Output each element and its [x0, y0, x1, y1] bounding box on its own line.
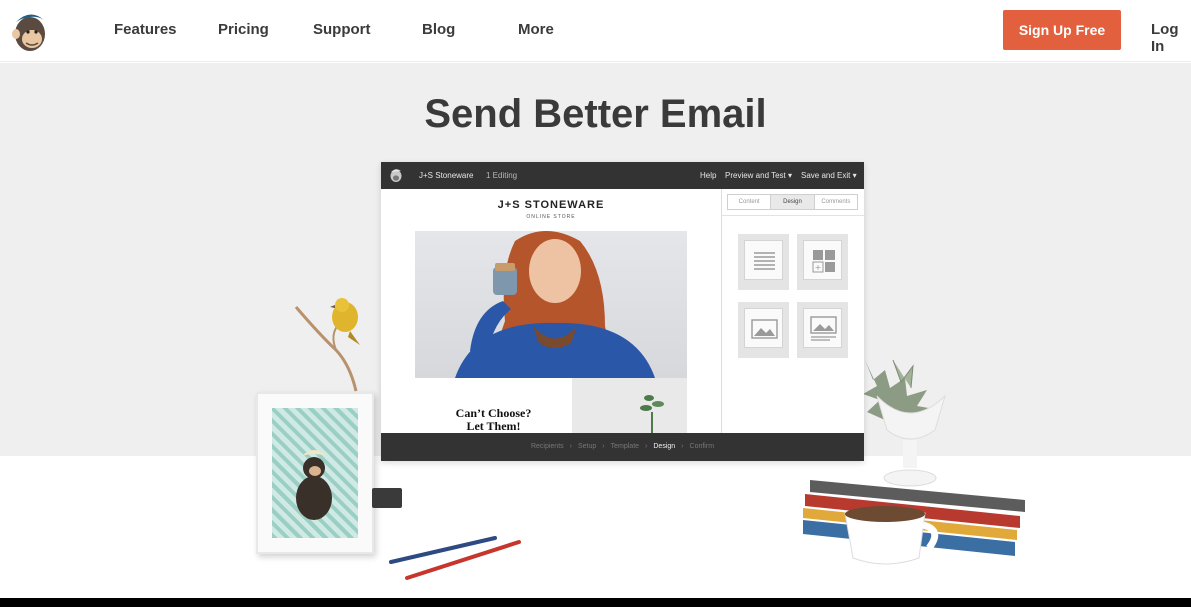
image-icon — [751, 319, 778, 339]
email-headline: Can’t Choose? Let Them! — [415, 407, 572, 433]
tab-design[interactable]: Design — [771, 195, 815, 209]
editor-logo-icon[interactable] — [389, 167, 403, 183]
email-hero-photo[interactable] — [415, 231, 687, 378]
chevron-right-icon: › — [645, 443, 648, 450]
step-design[interactable]: Design — [653, 443, 675, 450]
email-brand-sub: ONLINE STORE — [526, 214, 576, 220]
panel-divider — [722, 215, 865, 216]
monkey-illustration — [296, 450, 332, 520]
hero-title: Send Better Email — [424, 92, 767, 136]
chevron-right-icon: › — [602, 443, 605, 450]
pencils-illustration — [389, 536, 521, 580]
nav-pricing-link[interactable]: Pricing — [218, 21, 269, 38]
nav-blog-link[interactable]: Blog — [422, 21, 455, 38]
text-block[interactable] — [738, 234, 789, 290]
text-lines-icon — [754, 252, 775, 270]
text-block-icon — [744, 240, 783, 280]
editor-step-bar: Recipients › Setup › Template › Design › Confirm — [381, 433, 864, 461]
nav-more-link[interactable]: More — [518, 21, 554, 38]
plant-photo[interactable] — [572, 378, 687, 433]
editor-topbar: J+S Stoneware 1 Editing Help Preview and… — [381, 162, 864, 189]
picture-frame — [256, 392, 374, 554]
editing-status: 1 Editing — [486, 171, 518, 180]
email-preview: J+S STONEWARE ONLINE STORE Can’t Choose?… — [381, 189, 721, 433]
svg-text:+: + — [815, 263, 822, 272]
preview-and-test-menu[interactable]: Preview and Test ▾ — [725, 171, 792, 180]
email-brand: J+S STONEWARE — [497, 199, 605, 211]
email-editor-mockup: J+S Stoneware 1 Editing Help Preview and… — [381, 162, 865, 461]
log-in-link[interactable]: Log In — [1151, 21, 1191, 55]
save-and-exit-menu[interactable]: Save and Exit ▾ — [801, 171, 857, 180]
campaign-name: J+S Stoneware — [419, 171, 474, 180]
image-block[interactable] — [738, 302, 789, 358]
email-headline-line2: Let Them! — [466, 419, 521, 433]
page-bottom-bar — [0, 598, 1191, 607]
top-nav: Features Pricing Support Blog More Sign … — [0, 0, 1191, 62]
step-confirm[interactable]: Confirm — [690, 443, 715, 450]
design-panel: Content Design Comments + — [721, 189, 865, 433]
image-card-block[interactable] — [797, 302, 848, 358]
step-template[interactable]: Template — [611, 443, 639, 450]
social-block[interactable]: + — [797, 234, 848, 290]
nav-support-link[interactable]: Support — [313, 21, 371, 38]
panel-tabs: Content Design Comments — [727, 194, 858, 210]
step-setup[interactable]: Setup — [578, 443, 596, 450]
bird-on-branch-illustration — [294, 298, 360, 392]
nav-features-link[interactable]: Features — [114, 21, 177, 38]
frame-stand — [372, 488, 402, 508]
tab-content[interactable]: Content — [728, 195, 772, 209]
woman-with-mug-photo — [455, 231, 655, 378]
social-block-icon: + — [803, 240, 842, 280]
mailchimp-logo-icon[interactable] — [8, 8, 52, 54]
tab-comments[interactable]: Comments — [815, 195, 857, 209]
image-card-icon — [810, 316, 837, 341]
step-recipients[interactable]: Recipients — [531, 443, 564, 450]
sign-up-free-button[interactable]: Sign Up Free — [1003, 10, 1121, 50]
chevron-right-icon: › — [569, 443, 572, 450]
plant-icon — [640, 395, 664, 433]
image-block-icon — [744, 308, 783, 348]
help-link[interactable]: Help — [700, 171, 716, 180]
image-card-block-icon — [803, 308, 842, 348]
chevron-right-icon: › — [681, 443, 684, 450]
social-icons-icon: + — [812, 250, 835, 273]
monkey-artwork — [272, 408, 358, 538]
